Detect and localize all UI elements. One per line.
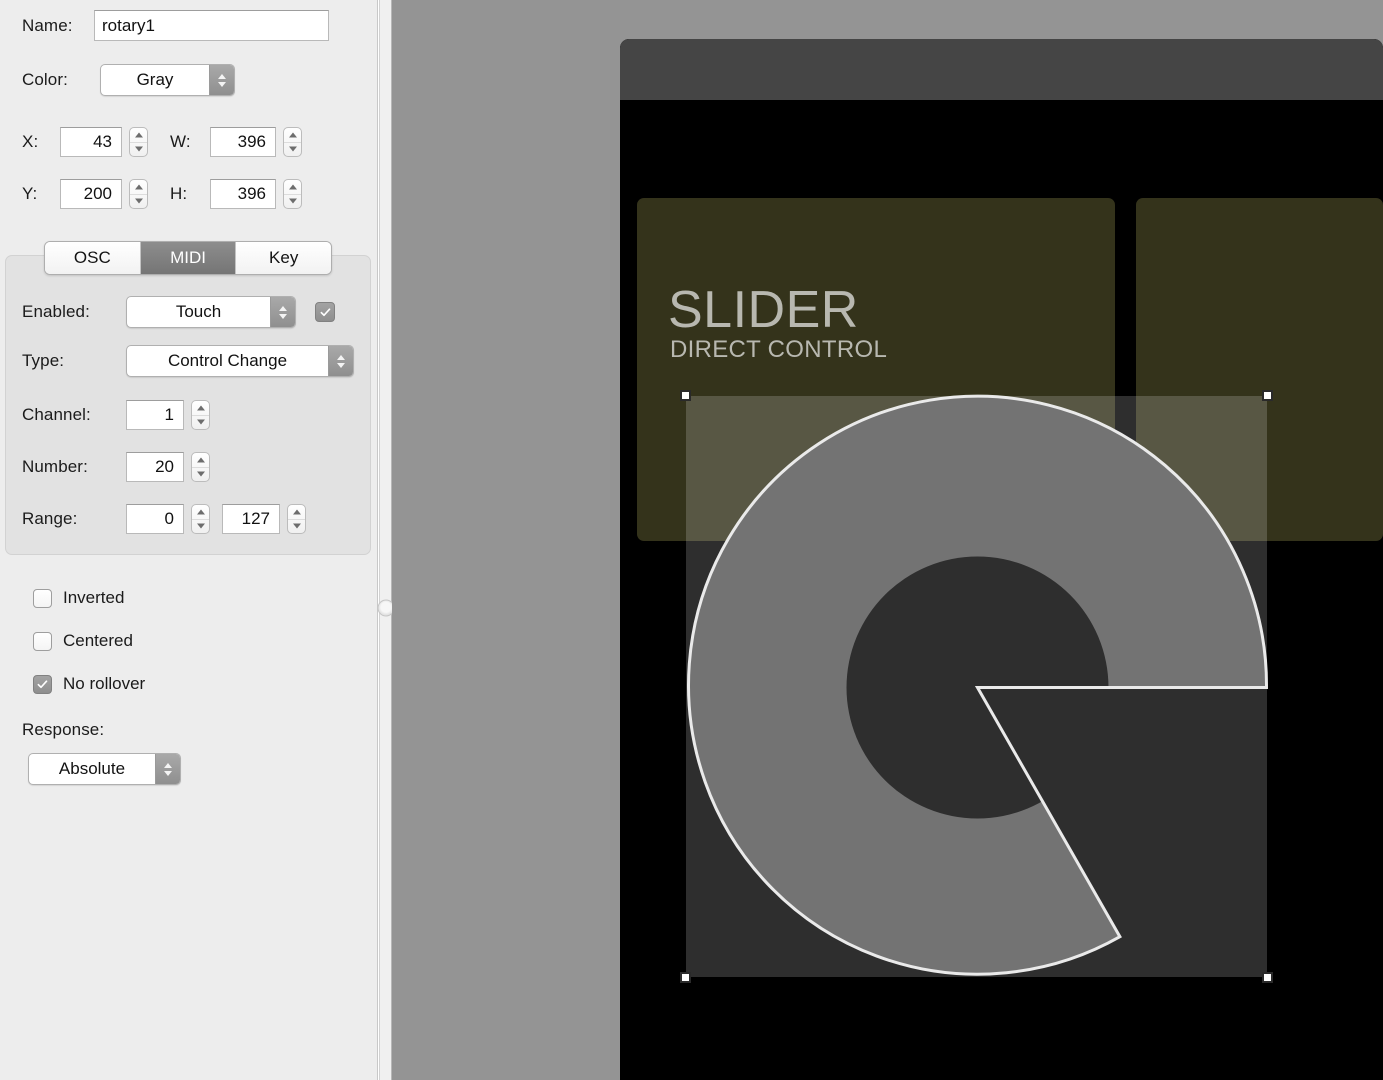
resize-handle-bottom-left[interactable] [680,972,691,983]
chevron-updown-icon [155,754,180,784]
channel-label: Channel: [22,405,91,424]
x-stepper[interactable] [129,127,148,157]
resize-handle-top-right[interactable] [1262,390,1273,401]
color-select[interactable]: Gray [100,64,235,96]
y-input-value: 200 [83,184,112,203]
w-input-value: 396 [237,132,266,151]
panel-title: SLIDER [668,281,859,339]
resize-handle-bottom-right[interactable] [1262,972,1273,983]
response-select-value: Absolute [58,759,126,778]
name-input-value: rotary1 [102,15,155,35]
device-title-bar [620,39,1383,100]
type-select-value: Control Change [167,351,288,370]
check-icon [37,679,48,688]
range-max-input[interactable]: 127 [222,504,280,534]
canvas-area[interactable]: SLIDER DIRECT CONTROL [392,0,1383,1080]
enabled-select[interactable]: Touch [126,296,296,328]
y-field-row: Y: 200 [22,179,148,209]
channel-input-value: 1 [164,405,174,424]
x-input-value: 43 [93,132,112,151]
h-input[interactable]: 396 [210,179,276,209]
w-stepper[interactable] [283,127,302,157]
option-inverted[interactable]: Inverted [33,588,124,608]
h-field-row: H: 396 [170,179,302,209]
enabled-row: Enabled: Touch [22,296,335,328]
range-max-value: 127 [241,509,270,528]
name-input[interactable]: rotary1 [94,10,329,41]
no-rollover-label: No rollover [63,674,146,693]
h-stepper[interactable] [283,179,302,209]
name-row: Name: rotary1 [22,10,329,41]
resize-handle-top-left[interactable] [680,390,691,401]
enabled-select-value: Touch [175,302,222,321]
tab-midi[interactable]: MIDI [140,242,237,274]
w-input[interactable]: 396 [210,127,276,157]
response-label: Response: [22,720,105,739]
channel-input[interactable]: 1 [126,400,184,430]
w-label: W: [170,132,191,151]
range-min-stepper[interactable] [191,504,210,534]
x-label: X: [22,132,39,151]
centered-checkbox[interactable] [33,631,52,651]
y-input[interactable]: 200 [60,179,122,209]
inverted-checkbox[interactable] [33,588,52,608]
range-label: Range: [22,509,78,528]
number-input-value: 20 [155,457,174,476]
type-label: Type: [22,351,65,370]
range-min-input[interactable]: 0 [126,504,184,534]
selection-rectangle[interactable] [680,390,1273,983]
panel-splitter[interactable] [377,0,394,1080]
panel-subtitle: DIRECT CONTROL [670,336,888,363]
range-row: Range: 0 127 [22,504,306,534]
inspector-panel: Name: rotary1 Color: Gray X: 43 W: 396 Y… [0,0,378,1080]
color-row: Color: Gray [22,64,235,96]
check-icon [320,307,330,316]
x-field-row: X: 43 [22,127,148,157]
h-input-value: 396 [237,184,266,203]
device-preview[interactable]: SLIDER DIRECT CONTROL [620,39,1383,1080]
type-row: Type: Control Change [22,345,354,377]
enabled-label: Enabled: [22,302,90,321]
color-label: Color: [22,70,68,89]
centered-label: Centered [63,631,133,650]
y-label: Y: [22,184,38,203]
y-stepper[interactable] [129,179,148,209]
channel-stepper[interactable] [191,400,210,430]
tab-key[interactable]: Key [236,242,331,274]
range-max-stepper[interactable] [287,504,306,534]
response-select[interactable]: Absolute [28,753,181,785]
number-stepper[interactable] [191,452,210,482]
number-label: Number: [22,457,88,476]
x-input[interactable]: 43 [60,127,122,157]
option-centered[interactable]: Centered [33,631,133,651]
type-select[interactable]: Control Change [126,345,354,377]
name-label: Name: [22,15,73,35]
inverted-label: Inverted [63,588,125,607]
option-no-rollover[interactable]: No rollover [33,674,145,694]
color-select-value: Gray [136,70,174,89]
w-field-row: W: 396 [170,127,302,157]
range-min-value: 0 [164,509,174,528]
h-label: H: [170,184,188,203]
channel-row: Channel: 1 [22,400,210,430]
tab-osc[interactable]: OSC [45,242,141,274]
number-input[interactable]: 20 [126,452,184,482]
app-window: Name: rotary1 Color: Gray X: 43 W: 396 Y… [0,0,1383,1080]
enabled-checkbox[interactable] [315,302,335,322]
chevron-updown-icon [209,65,234,95]
chevron-updown-icon [328,346,353,376]
chevron-updown-icon [270,297,295,327]
protocol-tabs: OSC MIDI Key [44,241,332,275]
no-rollover-checkbox[interactable] [33,674,52,694]
number-row: Number: 20 [22,452,210,482]
